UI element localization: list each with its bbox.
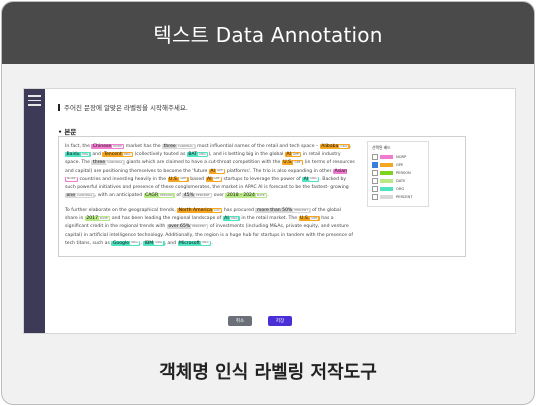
legend-checkbox[interactable] bbox=[372, 178, 378, 184]
legend-item[interactable]: GPE bbox=[368, 161, 428, 169]
legend-item[interactable]: NORP bbox=[368, 153, 428, 161]
legend-color-swatch bbox=[380, 154, 393, 160]
section-label: • 본문 bbox=[58, 128, 77, 136]
instruction-bar-icon bbox=[58, 104, 60, 111]
instruction-text: 주어진 문장에 알맞은 라벨링을 시작해주세요. bbox=[58, 102, 188, 112]
legend-label: GPE bbox=[396, 163, 404, 167]
legend-label: ORG bbox=[396, 187, 405, 191]
legend-checkbox[interactable] bbox=[372, 186, 378, 192]
legend-color-swatch bbox=[380, 170, 393, 176]
annotation-tool-screenshot: 주어진 문장에 알맞은 라벨링을 시작해주세요. • 본문 In fact, t… bbox=[23, 88, 516, 334]
annotated-paragraph-2: To further elaborate on the geographical… bbox=[65, 207, 353, 246]
sidebar bbox=[24, 89, 45, 333]
legend-color-swatch bbox=[380, 186, 393, 192]
annotation-textbox[interactable]: In fact, the Chinese NORP market has the … bbox=[58, 136, 466, 257]
cancel-button[interactable]: 취소 bbox=[228, 316, 252, 326]
legend-label: DATE bbox=[396, 179, 406, 183]
slide-header: 텍스트 Data Annotation bbox=[2, 2, 534, 64]
legend-item[interactable]: ORG bbox=[368, 185, 428, 193]
legend-checkbox[interactable] bbox=[372, 170, 378, 176]
hamburger-menu-icon[interactable] bbox=[28, 95, 41, 106]
slide-caption: 객체명 인식 라벨링 저작도구 bbox=[159, 361, 377, 383]
legend-label: NORP bbox=[396, 155, 407, 159]
save-button[interactable]: 저장 bbox=[268, 316, 292, 326]
slide-card: 텍스트 Data Annotation 주어진 문장에 알맞은 라벨링을 시작해… bbox=[1, 1, 535, 405]
legend-item[interactable]: DATE bbox=[368, 177, 428, 185]
entity-legend: 선택된 배드 NORP GPE PERSON DATE ORG PERCENT bbox=[367, 141, 429, 207]
slide-title: 텍스트 Data Annotation bbox=[153, 22, 383, 47]
annotated-paragraph-1: In fact, the Chinese NORP market has the … bbox=[65, 143, 355, 199]
legend-label: PERSON bbox=[396, 171, 411, 175]
legend-checkbox[interactable] bbox=[372, 194, 378, 200]
legend-color-swatch bbox=[380, 194, 393, 200]
legend-item[interactable]: PERCENT bbox=[368, 193, 428, 201]
legend-color-swatch bbox=[380, 162, 393, 168]
legend-title: 선택된 배드 bbox=[372, 145, 391, 150]
legend-checkbox[interactable] bbox=[372, 154, 378, 160]
legend-item[interactable]: PERSON bbox=[368, 169, 428, 177]
legend-checkbox[interactable] bbox=[372, 162, 378, 168]
legend-label: PERCENT bbox=[396, 195, 413, 199]
legend-color-swatch bbox=[380, 178, 393, 184]
